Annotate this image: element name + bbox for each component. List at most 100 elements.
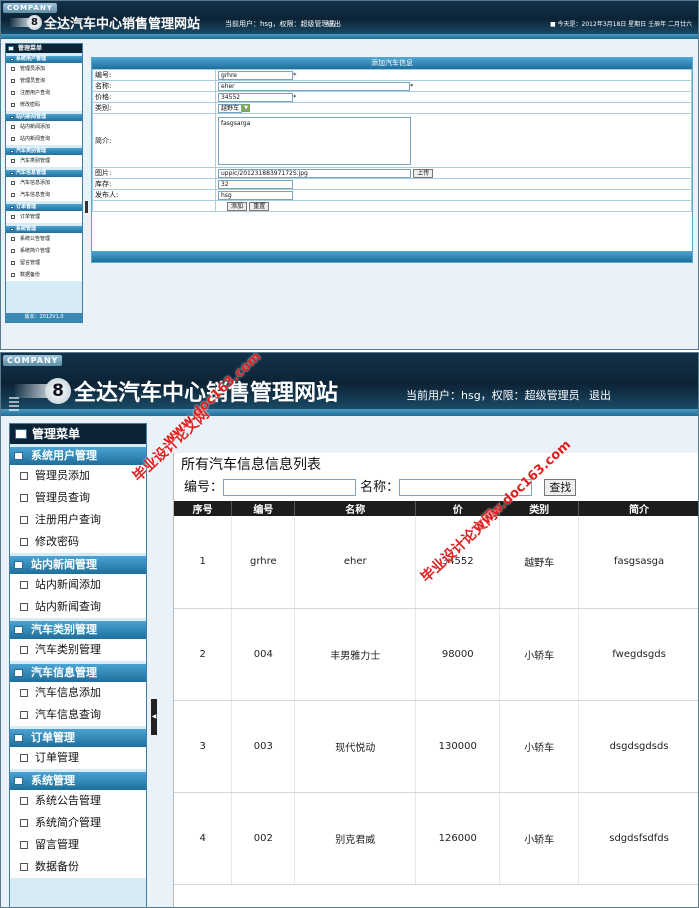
menu-group-title[interactable]: 订单管理	[10, 729, 146, 747]
user-info: 当前用户：hsg，权限：超级管理员	[225, 20, 336, 28]
logout-link[interactable]: 退出	[589, 387, 611, 403]
form-footer-bar	[92, 251, 692, 262]
menu-item-label: 汽车类别管理	[20, 158, 51, 164]
menu-group-title[interactable]: 系统管理	[6, 226, 82, 233]
menu-group-title[interactable]: 汽车类别管理	[6, 148, 82, 155]
page-icon	[20, 538, 28, 546]
menu-group-title[interactable]: 系统用户管理	[10, 447, 146, 465]
menu-item-label: 留言管理	[20, 260, 41, 266]
intro-textarea[interactable]: fasgsarga	[218, 116, 411, 165]
reset-button[interactable]: 重置	[249, 201, 270, 211]
menu-item[interactable]: 订单管理	[10, 747, 146, 769]
name-input[interactable]: eher	[218, 81, 410, 91]
publisher-label: 发布人:	[92, 189, 216, 201]
menu-group-title[interactable]: 汽车信息管理	[6, 170, 82, 177]
menu-item[interactable]: 数据备份	[10, 856, 146, 878]
menu-item[interactable]: 留言管理	[6, 257, 82, 269]
table-cell: dsgdsgdsds	[578, 700, 698, 793]
menu-item[interactable]: 注册用户查询	[10, 509, 146, 531]
menu-item-label: 系统公告管理	[35, 794, 101, 807]
collapse-arrow-icon[interactable]: ◀	[151, 699, 157, 735]
menu-item-label: 数据备份	[20, 272, 41, 278]
menu-item-label: 站内新闻查询	[35, 600, 101, 613]
menu-title: 管理菜单	[6, 44, 82, 53]
menu-item[interactable]: 留言管理	[10, 834, 146, 856]
image-cell: uppic/20123188397172S.jpg 上传	[215, 167, 692, 179]
page-icon	[11, 181, 15, 185]
page-icon	[20, 646, 28, 654]
code-input[interactable]: grhre	[218, 70, 293, 80]
stock-cell: 32	[215, 178, 692, 190]
search-button[interactable]: 查找	[544, 479, 577, 496]
table-row[interactable]: 2 004 丰男雅力士 98000 小轿车 fwegdsgds	[174, 608, 698, 701]
image-input[interactable]: uppic/20123188397172S.jpg	[218, 168, 411, 178]
menu-item[interactable]: 汽车类别管理	[10, 639, 146, 661]
site-logo: 8 全达汽车中心销售管理网站	[9, 13, 200, 32]
publisher-input[interactable]: hsg	[218, 190, 293, 200]
category-label: 类别:	[92, 102, 216, 114]
menu-item[interactable]: 系统简介管理	[10, 812, 146, 834]
header-dots-icon	[9, 397, 19, 413]
menu-item[interactable]: 汽车信息查询	[10, 704, 146, 726]
upload-button[interactable]: 上传	[413, 168, 434, 178]
header: COMPANY 8 全达汽车中心销售管理网站 当前用户：hsg，权限：超级管理员…	[1, 353, 698, 409]
table-cell: 130000	[415, 700, 501, 793]
menu-group-title[interactable]: 汽车信息管理	[10, 664, 146, 682]
menu-item-label: 管理员查询	[35, 491, 90, 504]
menu-item[interactable]: 汽车信息添加	[6, 177, 82, 189]
menu-item-label: 修改密码	[35, 535, 79, 548]
add-button[interactable]: 添加	[227, 201, 248, 211]
stock-input[interactable]: 32	[218, 179, 293, 189]
menu-group-title[interactable]: 系统用户管理	[6, 56, 82, 63]
menu-group-label: 系统管理	[16, 226, 37, 232]
logout-link[interactable]: 退出	[327, 19, 341, 29]
table-row[interactable]: 3 003 现代悦动 130000 小轿车 dsgdsgdsds	[174, 700, 698, 793]
collapse-handle[interactable]	[85, 201, 88, 213]
menu-item[interactable]: 修改密码	[10, 531, 146, 553]
menu-group-title[interactable]: 站内新闻管理	[6, 114, 82, 121]
menu-item[interactable]: 站内新闻查询	[6, 133, 82, 145]
page-icon	[20, 689, 28, 697]
table-cell: 1	[174, 516, 233, 609]
menu-group-title[interactable]: 系统管理	[10, 772, 146, 790]
stock-label: 库存:	[92, 178, 216, 190]
menu-group: 汽车信息管理 汽车信息添加 汽车信息查询	[6, 170, 82, 201]
code-search-input[interactable]	[223, 479, 357, 496]
menu-item[interactable]: 站内新闻添加	[6, 121, 82, 133]
table-cell: 002	[231, 792, 296, 885]
menu-item[interactable]: 系统公告管理	[6, 233, 82, 245]
menu-item[interactable]: 汽车类别管理	[6, 155, 82, 167]
menu-item[interactable]: 管理员查询	[10, 487, 146, 509]
page-icon	[11, 91, 15, 95]
menu-item[interactable]: 汽车信息添加	[10, 682, 146, 704]
menu-item[interactable]: 站内新闻查询	[10, 596, 146, 618]
menu-item[interactable]: 注册用户查询	[6, 87, 82, 99]
form-table: 编号: grhre * 名称: eher * 价格: 34552 * 类别: 越野车 ▼ 简介:…	[92, 69, 692, 212]
menu-group-title[interactable]: 汽车类别管理	[10, 621, 146, 639]
menu-item[interactable]: 修改密码	[6, 99, 82, 111]
menu-group: 订单管理 订单管理	[6, 204, 82, 223]
site-logo: 8 全达汽车中心销售管理网站	[13, 375, 338, 407]
page-icon	[11, 249, 15, 253]
menu-group-title[interactable]: 订单管理	[6, 204, 82, 211]
menu-item[interactable]: 汽车信息查询	[6, 189, 82, 201]
price-input[interactable]: 34552	[218, 92, 293, 102]
menu-item[interactable]: 管理员查询	[6, 75, 82, 87]
table-row[interactable]: 4 002 别克君威 126000 小轿车 sdgdsfsdfds	[174, 792, 698, 885]
menu-item[interactable]: 系统公告管理	[10, 790, 146, 812]
menu-item[interactable]: 数据备份	[6, 269, 82, 281]
menu-group: 订单管理 订单管理	[10, 729, 146, 769]
menu-item[interactable]: 系统简介管理	[6, 245, 82, 257]
menu-group-title[interactable]: 站内新闻管理	[10, 556, 146, 574]
sidebar-groups: 系统用户管理 管理员添加 管理员查询 注册用户查询 修改密码站内新闻管理 站内新闻添加 站内…	[6, 56, 82, 281]
category-select[interactable]: 越野车	[218, 103, 242, 113]
menu-item-label: 注册用户查询	[35, 513, 101, 526]
table-header-row: 序号 编号 名称价类别 简介	[174, 501, 698, 516]
menu-item[interactable]: 订单管理	[6, 211, 82, 223]
menu-item[interactable]: 站内新闻添加	[10, 574, 146, 596]
menu-item[interactable]: 管理员添加	[10, 465, 146, 487]
chevron-down-icon[interactable]: ▼	[242, 104, 250, 112]
table-cell: 2	[174, 608, 233, 701]
menu-item[interactable]: 管理员添加	[6, 63, 82, 75]
menu-icon	[8, 46, 14, 51]
